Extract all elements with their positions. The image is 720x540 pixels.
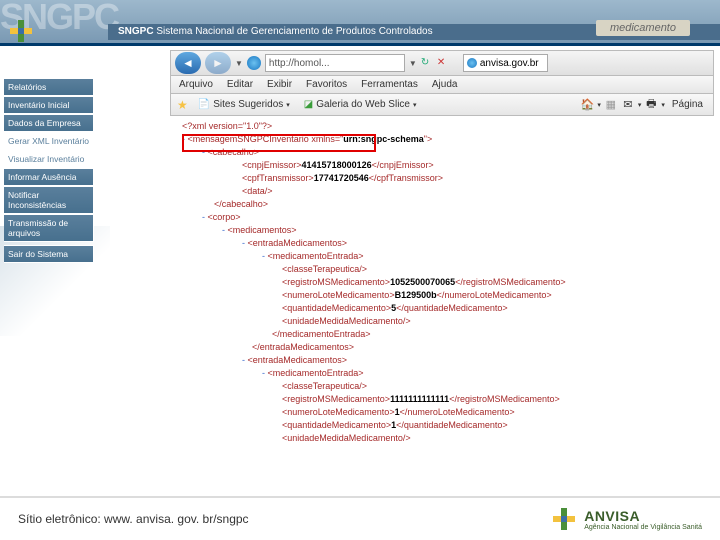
forward-button[interactable]: ► bbox=[205, 52, 231, 74]
anvisa-brand: ANVISA bbox=[584, 508, 702, 524]
webslice-icon: ◪ bbox=[304, 99, 313, 110]
footer-site-text: Sítio eletrônico: www. anvisa. gov. br/s… bbox=[18, 512, 249, 526]
sidebar-item-relatorios[interactable]: Relatórios bbox=[4, 78, 94, 96]
menu-favoritos[interactable]: Favoritos bbox=[306, 79, 347, 90]
feeds-icon[interactable]: ▦ bbox=[604, 98, 618, 112]
sidebar-item-dados-empresa[interactable]: Dados da Empresa bbox=[4, 114, 94, 132]
sidebar-nav: Relatórios Inventário Inicial Dados da E… bbox=[4, 78, 94, 263]
home-icon[interactable]: 🏠 bbox=[580, 98, 594, 112]
pagina-button[interactable]: Página bbox=[668, 98, 707, 111]
back-button[interactable]: ◄ bbox=[175, 52, 201, 74]
page-icon: 📄 bbox=[198, 99, 210, 110]
browser-toolbar: ★ 📄 Sites Sugeridos ▾ ◪ Galeria do Web S… bbox=[170, 94, 714, 116]
footer: Sítio eletrônico: www. anvisa. gov. br/s… bbox=[0, 496, 720, 540]
mail-icon[interactable]: ✉ bbox=[621, 98, 635, 112]
sidebar-item-sair[interactable]: Sair do Sistema bbox=[4, 245, 94, 263]
galeria-webslice-button[interactable]: ◪ Galeria do Web Slice ▾ bbox=[300, 98, 421, 111]
sidebar-item-inventario-inicial[interactable]: Inventário Inicial bbox=[4, 96, 94, 114]
menu-arquivo[interactable]: Arquivo bbox=[179, 79, 213, 90]
anvisa-logo: ANVISA Agência Nacional de Vigilância Sa… bbox=[550, 505, 702, 533]
title-text: Sistema Nacional de Gerenciamento de Pro… bbox=[156, 26, 432, 37]
title-bold: SNGPC bbox=[118, 26, 154, 37]
menu-exibir[interactable]: Exibir bbox=[267, 79, 292, 90]
sidebar-item-transmissao-arquivos[interactable]: Transmissão de arquivos bbox=[4, 214, 94, 242]
sidebar-item-informar-ausencia[interactable]: Informar Ausência bbox=[4, 168, 94, 186]
refresh-icon[interactable]: ↻ bbox=[421, 57, 433, 69]
tab-label: anvisa.gov.br bbox=[480, 58, 539, 69]
menu-editar[interactable]: Editar bbox=[227, 79, 253, 90]
anvisa-mark-icon bbox=[550, 505, 578, 533]
logo-cross-icon bbox=[8, 18, 34, 44]
browser-menu-bar: Arquivo Editar Exibir Favoritos Ferramen… bbox=[170, 76, 714, 94]
sidebar-item-gerar-xml[interactable]: Gerar XML Inventário bbox=[4, 132, 94, 150]
arrow-right-icon: ► bbox=[212, 56, 224, 70]
sites-sugeridos-button[interactable]: 📄 Sites Sugeridos ▾ bbox=[194, 98, 294, 111]
anvisa-subtitle: Agência Nacional de Vigilância Sanitá bbox=[584, 524, 702, 531]
ie-icon bbox=[467, 58, 477, 68]
print-icon[interactable]: 🖶 bbox=[644, 98, 658, 112]
highlight-box bbox=[182, 134, 376, 152]
sidebar-item-notificar-inconsistencias[interactable]: Notificar Inconsistências bbox=[4, 186, 94, 214]
medicamento-badge: medicamento bbox=[596, 20, 690, 36]
favorites-star-icon[interactable]: ★ bbox=[177, 98, 188, 112]
menu-ajuda[interactable]: Ajuda bbox=[432, 79, 458, 90]
sidebar-item-visualizar-inventario[interactable]: Visualizar Inventário bbox=[4, 150, 94, 168]
app-header: SNGPC SNGPC Sistema Nacional de Gerencia… bbox=[0, 0, 720, 46]
menu-ferramentas[interactable]: Ferramentas bbox=[361, 79, 418, 90]
xml-content: <?xml version="1.0"?> - <mensagemSNGPCIn… bbox=[176, 120, 712, 488]
url-input[interactable] bbox=[265, 54, 405, 72]
arrow-left-icon: ◄ bbox=[182, 56, 194, 70]
stop-icon[interactable]: ✕ bbox=[437, 57, 449, 69]
browser-tab[interactable]: anvisa.gov.br bbox=[463, 54, 548, 72]
browser-nav-bar: ◄ ► ▼ ▼ ↻ ✕ anvisa.gov.br bbox=[170, 50, 714, 76]
ie-icon bbox=[247, 56, 261, 70]
